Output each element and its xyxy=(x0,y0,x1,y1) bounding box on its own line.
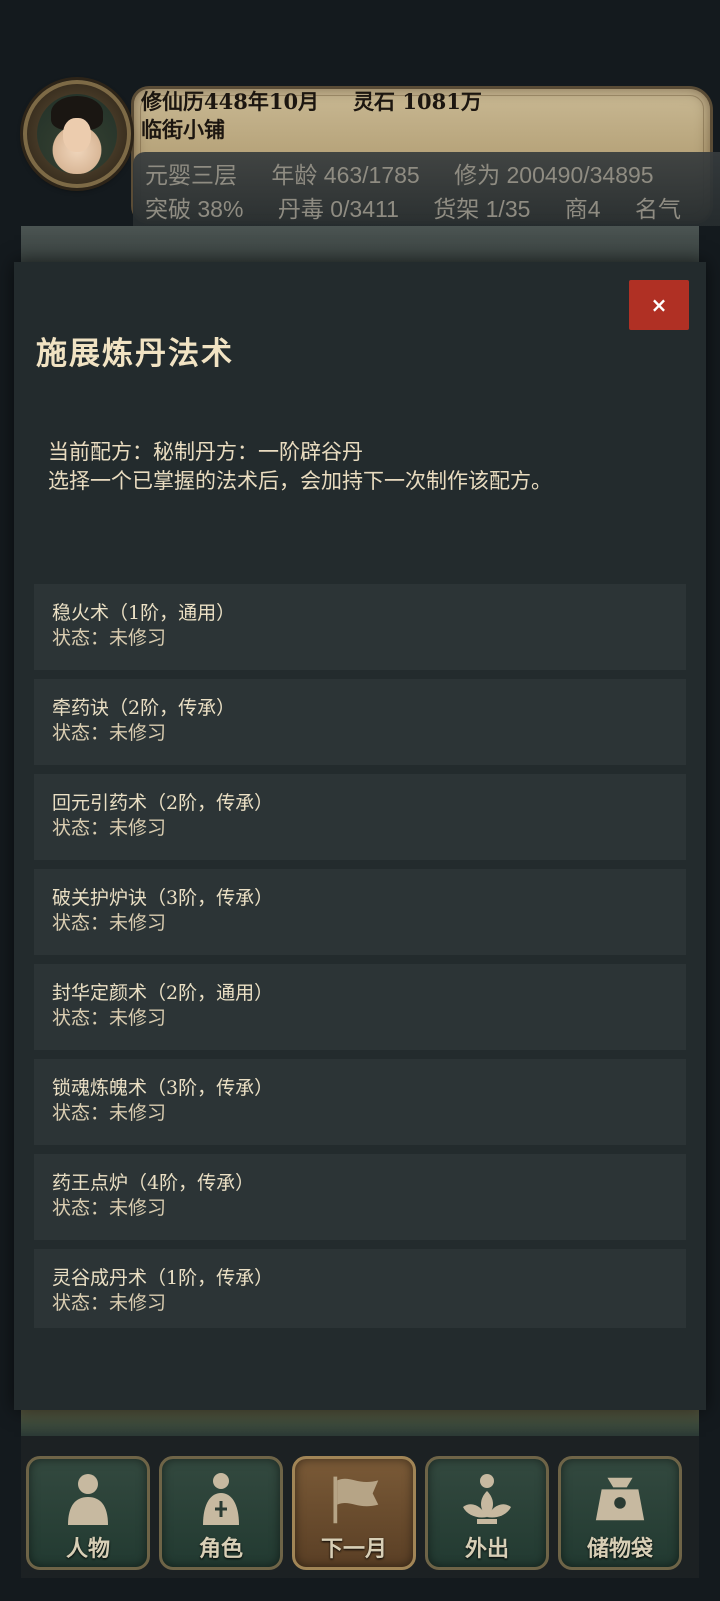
stat-shelf: 货架 1/35 xyxy=(433,196,531,222)
spell-item[interactable]: 锁魂炼魄术（3阶，传承） 状态：未修习 xyxy=(34,1059,686,1145)
bag-icon xyxy=(592,1471,648,1527)
background-scenery-top xyxy=(21,226,699,262)
calendar-date: 修仙历448年10月 xyxy=(141,89,320,114)
stat-cultivation: 修为 200490/34895 xyxy=(454,162,654,188)
shop-name: 临街小铺 xyxy=(141,117,225,142)
avatar-frame[interactable] xyxy=(23,80,131,188)
spell-item[interactable]: 灵谷成丹术（1阶，传承） 状态：未修习 xyxy=(34,1249,686,1328)
spell-name: 药王点炉（4阶，传承） xyxy=(52,1172,255,1194)
stat-age: 年龄 463/1785 xyxy=(271,162,420,188)
spell-status: 状态：未修习 xyxy=(52,722,167,744)
stat-fame: 名气 xyxy=(634,196,681,222)
spell-status: 状态：未修习 xyxy=(52,817,167,839)
spell-status: 状态：未修习 xyxy=(52,1197,167,1219)
spell-item[interactable]: 牵药诀（2阶，传承） 状态：未修习 xyxy=(34,679,686,765)
nav-storage-bag-label: 储物袋 xyxy=(586,1537,653,1562)
spell-item[interactable]: 回元引药术（2阶，传承） 状态：未修习 xyxy=(34,774,686,860)
nav-storage-bag-button[interactable]: 储物袋 xyxy=(558,1456,682,1570)
spell-name: 锁魂炼魄术（3阶，传承） xyxy=(52,1077,274,1099)
stat-pill-toxicity: 丹毒 0/3411 xyxy=(277,196,399,222)
spell-list[interactable]: 稳火术（1阶，通用） 状态：未修习 牵药诀（2阶，传承） 状态：未修习 回元引药… xyxy=(34,584,686,1328)
status-header: 修仙历448年10月 灵石 1081万 临街小铺 元婴三层 年龄 463/1785… xyxy=(21,80,720,226)
spell-name: 灵谷成丹术（1阶，传承） xyxy=(52,1267,274,1289)
alchemy-spell-modal: × 施展炼丹法术 当前配方：秘制丹方：一阶辟谷丹 选择一个已掌握的法术后，会加持… xyxy=(14,262,706,1410)
stats-strip: 元婴三层 年龄 463/1785 修为 200490/34895 突破 38% … xyxy=(133,152,720,226)
nav-go-out-label: 外出 xyxy=(464,1537,509,1562)
nav-role-button[interactable]: 角色 xyxy=(159,1456,283,1570)
spell-item[interactable]: 封华定颜术（2阶，通用） 状态：未修习 xyxy=(34,964,686,1050)
spell-status: 状态：未修习 xyxy=(52,1292,167,1314)
spell-name: 回元引药术（2阶，传承） xyxy=(52,792,274,814)
instruction-text: 选择一个已掌握的法术后，会加持下一次制作该配方。 xyxy=(48,469,552,493)
stat-breakthrough: 突破 38% xyxy=(145,196,244,222)
modal-title: 施展炼丹法术 xyxy=(36,336,234,372)
spell-item[interactable]: 破关护炉诀（3阶，传承） 状态：未修习 xyxy=(34,869,686,955)
nav-go-out-button[interactable]: 外出 xyxy=(425,1456,549,1570)
spell-status: 状态：未修习 xyxy=(52,1007,167,1029)
robe-icon xyxy=(193,1471,249,1527)
lotus-icon xyxy=(459,1471,515,1527)
spell-status: 状态：未修习 xyxy=(52,627,167,649)
spell-status: 状态：未修习 xyxy=(52,912,167,934)
current-recipe-text: 当前配方：秘制丹方：一阶辟谷丹 xyxy=(48,440,363,464)
person-icon xyxy=(60,1471,116,1527)
nav-next-month-button[interactable]: 下一月 xyxy=(292,1456,416,1570)
bottom-nav: 人物 角色 下一月 外出 储物袋 xyxy=(21,1436,699,1578)
stat-realm: 元婴三层 xyxy=(145,162,237,188)
spell-name: 牵药诀（2阶，传承） xyxy=(52,697,236,719)
spell-name: 破关护炉诀（3阶，传承） xyxy=(52,887,274,909)
stats-row-1: 元婴三层 年龄 463/1785 修为 200490/34895 xyxy=(145,156,682,190)
nav-character-button[interactable]: 人物 xyxy=(26,1456,150,1570)
spell-name: 稳火术（1阶，通用） xyxy=(52,602,236,624)
modal-description: 当前配方：秘制丹方：一阶辟谷丹 选择一个已掌握的法术后，会加持下一次制作该配方。 xyxy=(48,438,552,496)
spell-name: 封华定颜术（2阶，通用） xyxy=(52,982,274,1004)
background-scenery-bottom xyxy=(21,1408,699,1436)
stats-row-2: 突破 38% 丹毒 0/3411 货架 1/35 商4 名气 xyxy=(145,190,709,224)
flag-icon xyxy=(326,1471,382,1527)
nav-role-label: 角色 xyxy=(198,1537,243,1562)
spell-status: 状态：未修习 xyxy=(52,1102,167,1124)
nav-character-label: 人物 xyxy=(65,1537,110,1562)
nav-next-month-label: 下一月 xyxy=(320,1537,387,1562)
close-button[interactable]: × xyxy=(629,280,689,330)
spell-item[interactable]: 药王点炉（4阶，传承） 状态：未修习 xyxy=(34,1154,686,1240)
spell-item[interactable]: 稳火术（1阶，通用） 状态：未修习 xyxy=(34,584,686,670)
header-calendar-line: 修仙历448年10月 灵石 1081万 xyxy=(141,86,482,116)
spirit-stones: 灵石 1081万 xyxy=(353,89,482,114)
stat-merchant: 商4 xyxy=(564,196,601,222)
avatar[interactable] xyxy=(37,94,117,174)
